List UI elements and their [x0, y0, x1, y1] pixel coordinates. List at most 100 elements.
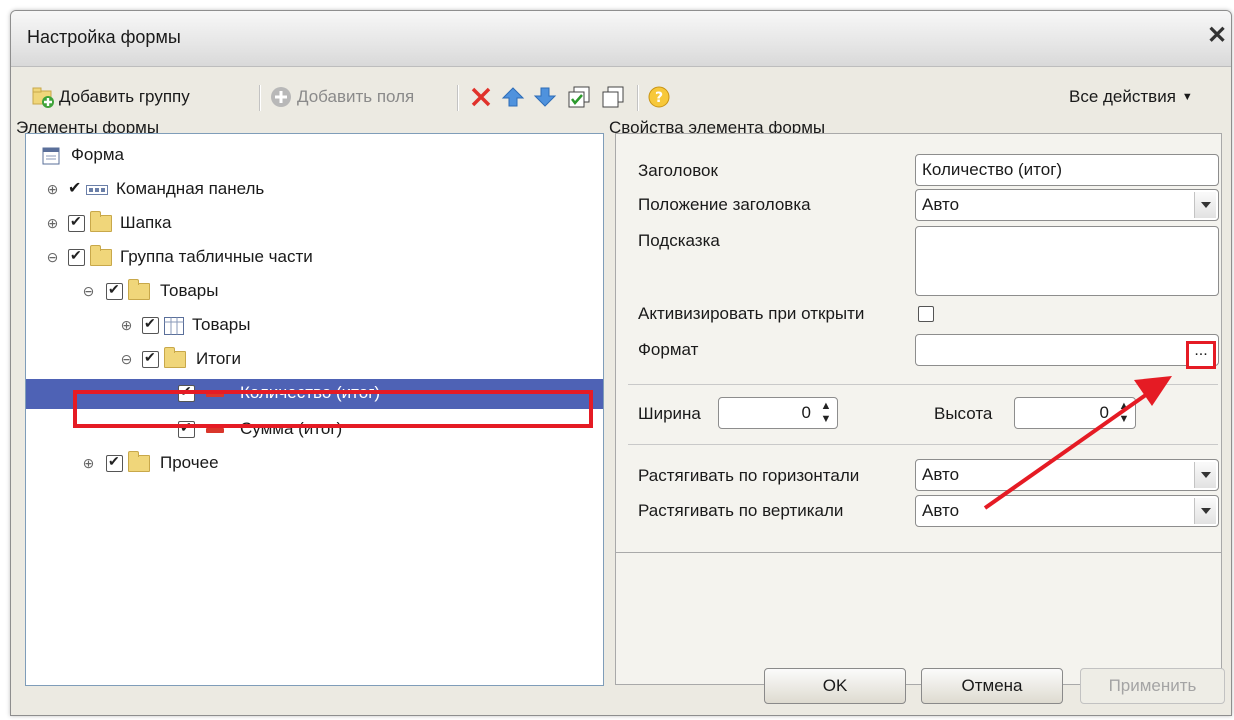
stretch-horizontal-value: Авто [922, 465, 960, 484]
delete-button[interactable] [469, 79, 497, 115]
expand-icon[interactable]: ⊕ [120, 318, 133, 332]
move-up-button[interactable] [501, 79, 529, 115]
cancel-button[interactable]: Отмена [921, 668, 1063, 704]
add-group-icon [32, 87, 54, 108]
window-title: Настройка формы [27, 27, 181, 47]
chevron-down-icon: ▼ [1181, 91, 1193, 103]
divider [628, 444, 1218, 445]
visibility-checkbox[interactable] [68, 213, 85, 232]
add-fields-button[interactable]: Добавить поля [269, 79, 414, 115]
tree-row-goods-table[interactable]: ⊕ Товары [26, 309, 603, 343]
activate-on-open-label: Активизировать при открыти [638, 304, 865, 323]
stretch-horizontal-select[interactable]: Авто [915, 459, 1219, 491]
delete-icon [471, 87, 491, 107]
tree-row-tabular-group[interactable]: ⊖ Группа табличные части [26, 241, 603, 275]
tree-item-label: Товары [160, 281, 219, 300]
tree-row-quantity-total[interactable]: Количество (итог) [26, 379, 603, 409]
format-field[interactable] [915, 334, 1219, 366]
folder-icon [128, 279, 150, 300]
format-select-button[interactable]: ... [1186, 341, 1216, 369]
tree-item-label: Форма [71, 145, 124, 164]
spinner-arrows-icon[interactable]: ▲ ▼ [817, 400, 835, 426]
field-icon [206, 392, 224, 397]
form-elements-tree[interactable]: Форма ⊕ ✔ Командная панель ⊕ Шапка ⊖ Гру… [25, 133, 604, 686]
arrow-up-icon [501, 87, 525, 107]
checkmark-icon[interactable]: ✔ [68, 178, 81, 198]
visibility-checkbox[interactable] [106, 453, 123, 472]
tree-row-totals-group[interactable]: ⊖ Итоги [26, 343, 603, 377]
arrow-down-icon [533, 87, 557, 107]
toolbar-divider [457, 85, 459, 111]
expand-icon[interactable]: ⊕ [82, 456, 95, 470]
tree-item-label: Итоги [196, 349, 241, 368]
height-label: Высота [934, 404, 993, 423]
width-value: 0 [801, 403, 811, 422]
visibility-checkbox[interactable] [142, 315, 159, 334]
collapse-icon[interactable]: ⊖ [82, 284, 95, 298]
table-icon [164, 317, 184, 335]
title-position-select[interactable]: Авто [915, 189, 1219, 221]
form-icon [42, 147, 60, 165]
element-properties-panel: Заголовок Количество (итог) Положение за… [615, 133, 1222, 685]
width-label: Ширина [638, 404, 701, 423]
folder-icon [90, 245, 112, 266]
tree-row-command-panel[interactable]: ⊕ ✔ Командная панель [26, 173, 603, 207]
format-label: Формат [638, 340, 699, 359]
dropdown-arrow-icon[interactable] [1194, 192, 1216, 218]
visibility-checkbox[interactable] [178, 419, 195, 438]
tree-item-label: Товары [192, 315, 251, 334]
all-actions-label: Все действия [1069, 87, 1176, 106]
expand-icon[interactable]: ⊕ [46, 182, 59, 196]
width-stepper[interactable]: 0 ▲ ▼ [718, 397, 838, 429]
tree-row-form[interactable]: Форма [26, 139, 603, 173]
height-value: 0 [1099, 403, 1109, 422]
tree-row-header[interactable]: ⊕ Шапка [26, 207, 603, 241]
tree-item-label: Прочее [160, 453, 219, 472]
folder-icon [128, 451, 150, 472]
stretch-vertical-label: Растягивать по вертикали [638, 501, 844, 520]
expand-icon[interactable]: ⊕ [46, 216, 59, 230]
check-all-button[interactable] [567, 79, 595, 115]
collapse-icon[interactable]: ⊖ [120, 352, 133, 366]
help-button[interactable]: ? [647, 79, 675, 115]
uncheck-all-icon [602, 86, 624, 108]
dropdown-arrow-icon[interactable] [1194, 498, 1216, 524]
visibility-checkbox[interactable] [142, 349, 159, 368]
tree-item-label: Сумма (итог) [240, 419, 343, 438]
title-bar: Настройка формы ✕ [11, 11, 1231, 67]
ok-button[interactable]: OK [764, 668, 906, 704]
title-field[interactable]: Количество (итог) [915, 154, 1219, 186]
dropdown-arrow-icon[interactable] [1194, 462, 1216, 488]
tree-item-label: Группа табличные части [120, 247, 313, 266]
stretch-vertical-value: Авто [922, 501, 960, 520]
apply-button[interactable]: Применить [1080, 668, 1225, 704]
all-actions-menu[interactable]: Все действия ▼ [1069, 79, 1193, 115]
height-stepper[interactable]: 0 ▲ ▼ [1014, 397, 1136, 429]
close-icon[interactable]: ✕ [1203, 21, 1231, 51]
visibility-checkbox[interactable] [106, 281, 123, 300]
divider [616, 552, 1221, 553]
tree-row-other[interactable]: ⊕ Прочее [26, 447, 603, 481]
command-panel-icon [86, 185, 108, 195]
visibility-checkbox[interactable] [178, 383, 195, 402]
svg-text:?: ? [655, 90, 663, 106]
collapse-icon[interactable]: ⊖ [46, 250, 59, 264]
add-group-button[interactable]: Добавить группу [31, 79, 190, 115]
stretch-vertical-select[interactable]: Авто [915, 495, 1219, 527]
tree-row-goods-group[interactable]: ⊖ Товары [26, 275, 603, 309]
add-fields-label: Добавить поля [297, 87, 415, 106]
tree-row-sum-total[interactable]: Сумма (итог) [26, 413, 603, 447]
activate-on-open-checkbox[interactable] [918, 306, 934, 322]
title-position-value: Авто [922, 195, 960, 214]
field-icon [206, 428, 224, 433]
uncheck-all-button[interactable] [601, 79, 629, 115]
tree-item-label: Шапка [120, 213, 172, 232]
title-prop-label: Заголовок [638, 161, 718, 180]
tree-item-label: Количество (итог) [240, 383, 381, 402]
spinner-arrows-icon[interactable]: ▲ ▼ [1115, 400, 1133, 426]
visibility-checkbox[interactable] [68, 247, 85, 266]
folder-icon [164, 347, 186, 368]
hint-field[interactable] [915, 226, 1219, 296]
move-down-button[interactable] [533, 79, 561, 115]
check-all-icon [568, 86, 590, 108]
